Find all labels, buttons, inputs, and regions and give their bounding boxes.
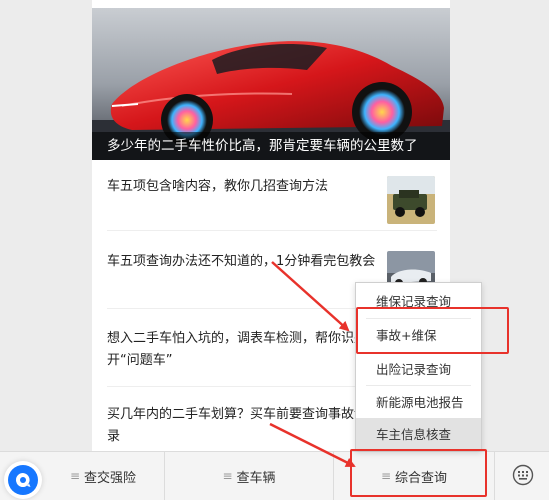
hero-caption[interactable]: 多少年的二手车性价比高，那肯定要车辆的公里数了 <box>92 132 450 160</box>
tab-label: 查交强险 <box>84 470 137 486</box>
menu-item-ev-battery-report[interactable]: 新能源电池报告 <box>356 386 481 419</box>
menu-lines-icon: ≡ <box>222 469 233 483</box>
highlight-box-accident-maintenance <box>356 307 509 354</box>
article-thumbnail-1[interactable] <box>387 176 435 224</box>
article-title[interactable]: 买几年内的二手车划算？买车前要查询事故记录 <box>107 404 377 448</box>
chat-bubble-icon <box>15 472 31 487</box>
highlight-box-comprehensive-query <box>350 449 487 497</box>
tab-check-insurance[interactable]: ≡ 查交强险 <box>42 452 164 500</box>
divider <box>107 230 437 231</box>
article-title[interactable]: 车五项查询办法还不知道的，1分钟看完包教会 <box>107 251 377 273</box>
keyboard-toggle-button[interactable] <box>508 460 538 490</box>
article-title[interactable]: 车五项包含啥内容，教你几招查询方法 <box>107 176 377 198</box>
tab-separator <box>494 452 495 500</box>
menu-lines-icon: ≡ <box>69 469 81 483</box>
article-title[interactable]: 想入二手车怕入坑的，调表车检测，帮你识别开“问题车” <box>107 328 377 372</box>
keyboard-icon <box>512 464 534 486</box>
tab-label: 查车辆 <box>236 470 276 486</box>
tab-check-vehicle[interactable]: ≡ 查车辆 <box>165 452 333 500</box>
menu-item-insurance-claims[interactable]: 出险记录查询 <box>356 353 481 386</box>
customer-service-button[interactable] <box>8 465 38 495</box>
menu-item-owner-info-check[interactable]: 车主信息核查 <box>356 418 481 451</box>
hero-banner[interactable]: 多少年的二手车性价比高，那肯定要车辆的公里数了 <box>92 8 450 160</box>
